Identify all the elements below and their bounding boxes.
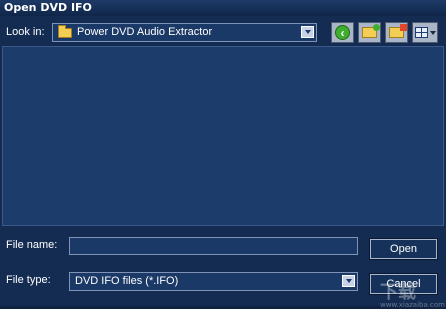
back-icon: ‹	[335, 25, 350, 40]
file-type-value: DVD IFO files (*.IFO)	[75, 275, 179, 287]
new-folder-button[interactable]	[385, 22, 408, 43]
file-name-label: File name:	[6, 239, 58, 251]
new-folder-icon	[389, 24, 407, 38]
up-folder-icon	[362, 24, 380, 38]
watermark-sub: www.xiazaiba.com	[380, 301, 445, 309]
look-in-dropdown[interactable]: Power DVD Audio Extractor	[52, 23, 317, 42]
view-menu-icon	[414, 27, 428, 38]
chevron-down-icon	[429, 30, 436, 35]
folder-icon	[58, 25, 72, 38]
look-in-value: Power DVD Audio Extractor	[77, 26, 213, 38]
watermark-logo: 下载 www.xiazaiba.com	[380, 278, 445, 309]
watermark-text: 下载	[380, 282, 416, 303]
look-in-label: Look in:	[6, 26, 45, 38]
open-button-label: Open	[390, 243, 417, 255]
window-title: Open DVD IFO	[4, 1, 92, 14]
open-dialog: Look in: Power DVD Audio Extractor ‹ Fil…	[0, 16, 446, 309]
back-button[interactable]: ‹	[331, 22, 354, 43]
file-type-label: File type:	[6, 274, 51, 286]
chevron-down-icon[interactable]	[301, 26, 314, 38]
file-name-field[interactable]	[69, 237, 358, 255]
file-list[interactable]	[2, 46, 444, 226]
chevron-down-icon[interactable]	[342, 275, 355, 287]
view-menu-button[interactable]	[412, 22, 438, 43]
title-bar: Open DVD IFO	[0, 0, 446, 17]
up-folder-button[interactable]	[358, 22, 381, 43]
file-type-dropdown[interactable]: DVD IFO files (*.IFO)	[69, 272, 358, 291]
open-button[interactable]: Open	[369, 238, 438, 260]
